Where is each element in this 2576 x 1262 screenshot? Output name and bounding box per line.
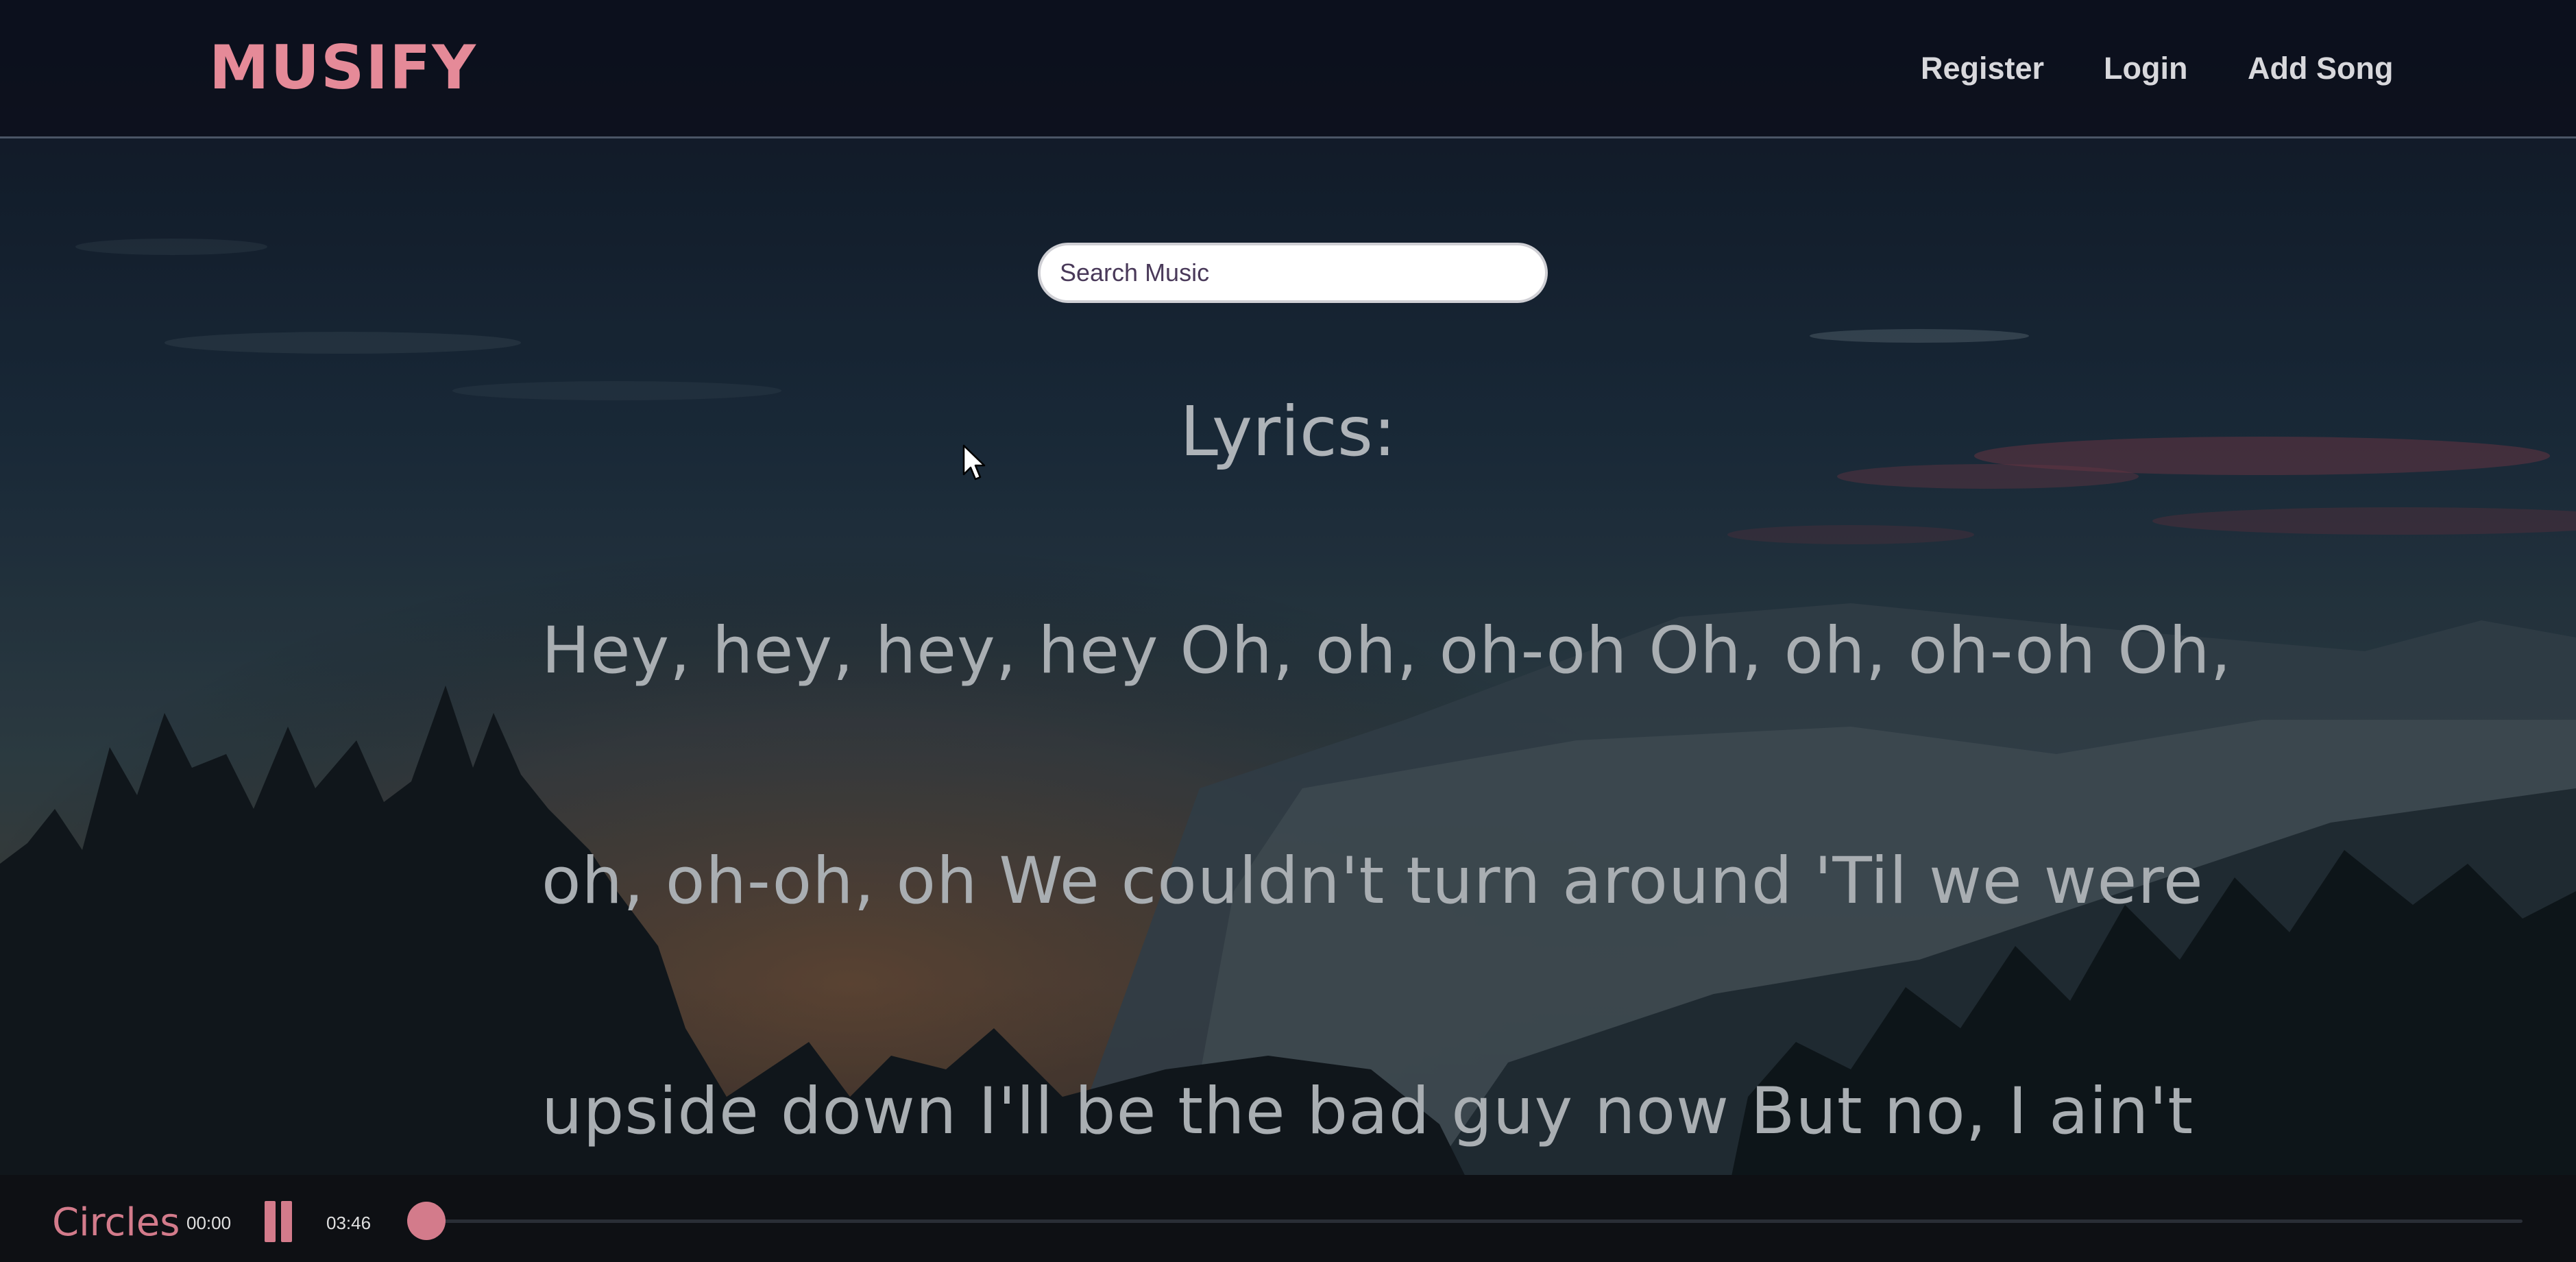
music-player-bar: Circles 00:00 03:46 xyxy=(0,1175,2576,1262)
progress-track[interactable] xyxy=(426,1219,2523,1223)
current-time: 00:00 xyxy=(186,1213,232,1233)
pause-icon-bar xyxy=(281,1201,292,1242)
lyrics-line: Hey, hey, hey, hey Oh, oh, oh-oh Oh, oh,… xyxy=(542,614,2232,688)
progress-slider-thumb[interactable] xyxy=(407,1202,446,1240)
pause-icon xyxy=(265,1201,276,1242)
app-screen: MUSIFY Register Login Add Song Lyrics: H… xyxy=(0,0,2576,1262)
mouse-cursor-icon xyxy=(962,444,986,481)
search-input[interactable] xyxy=(1038,243,1548,303)
logo[interactable]: MUSIFY xyxy=(209,30,477,106)
lyrics-line: oh, oh-oh, oh We couldn't turn around 'T… xyxy=(542,844,2204,919)
navbar: MUSIFY Register Login Add Song xyxy=(0,0,2576,138)
nav-register-link[interactable]: Register xyxy=(1921,48,2044,89)
now-playing-title: Circles xyxy=(52,1200,180,1245)
lyrics-text: Hey, hey, hey, hey Oh, oh, oh-oh Oh, oh,… xyxy=(542,614,2232,1262)
nav-add-song-link[interactable]: Add Song xyxy=(2248,48,2393,89)
nav-login-link[interactable]: Login xyxy=(2104,48,2187,89)
total-time: 03:46 xyxy=(326,1213,372,1233)
pause-button[interactable] xyxy=(262,1201,295,1242)
lyrics-heading: Lyrics: xyxy=(1180,391,1396,472)
